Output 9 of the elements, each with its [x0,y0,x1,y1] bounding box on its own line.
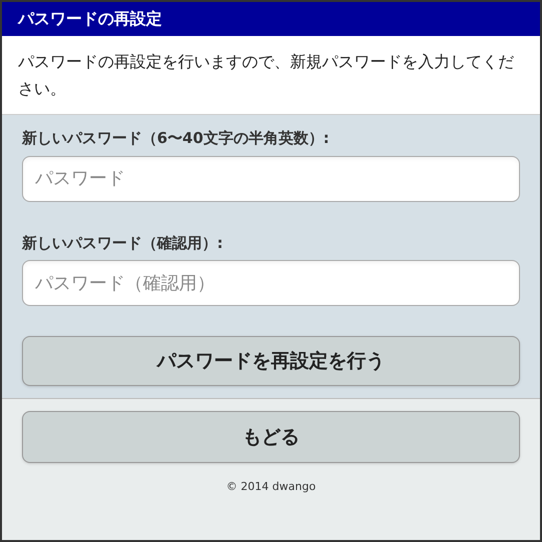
copyright-text: © 2014 dwango [226,479,316,495]
page-title: パスワードの再設定 [18,8,162,30]
reset-password-button[interactable]: パスワードを再設定を行う [22,336,520,386]
password-field[interactable]: パスワード（確認用） [22,260,520,306]
field-label: 新しいパスワード（6〜40文字の半角英数）: [22,128,330,149]
back-button[interactable]: もどる [22,411,520,463]
description-text: パスワードの再設定を行いますので、新規パスワードを入力してください。 [18,51,515,100]
password-field[interactable]: パスワード [22,156,520,202]
field-label: 新しいパスワード（確認用）: [22,232,224,254]
